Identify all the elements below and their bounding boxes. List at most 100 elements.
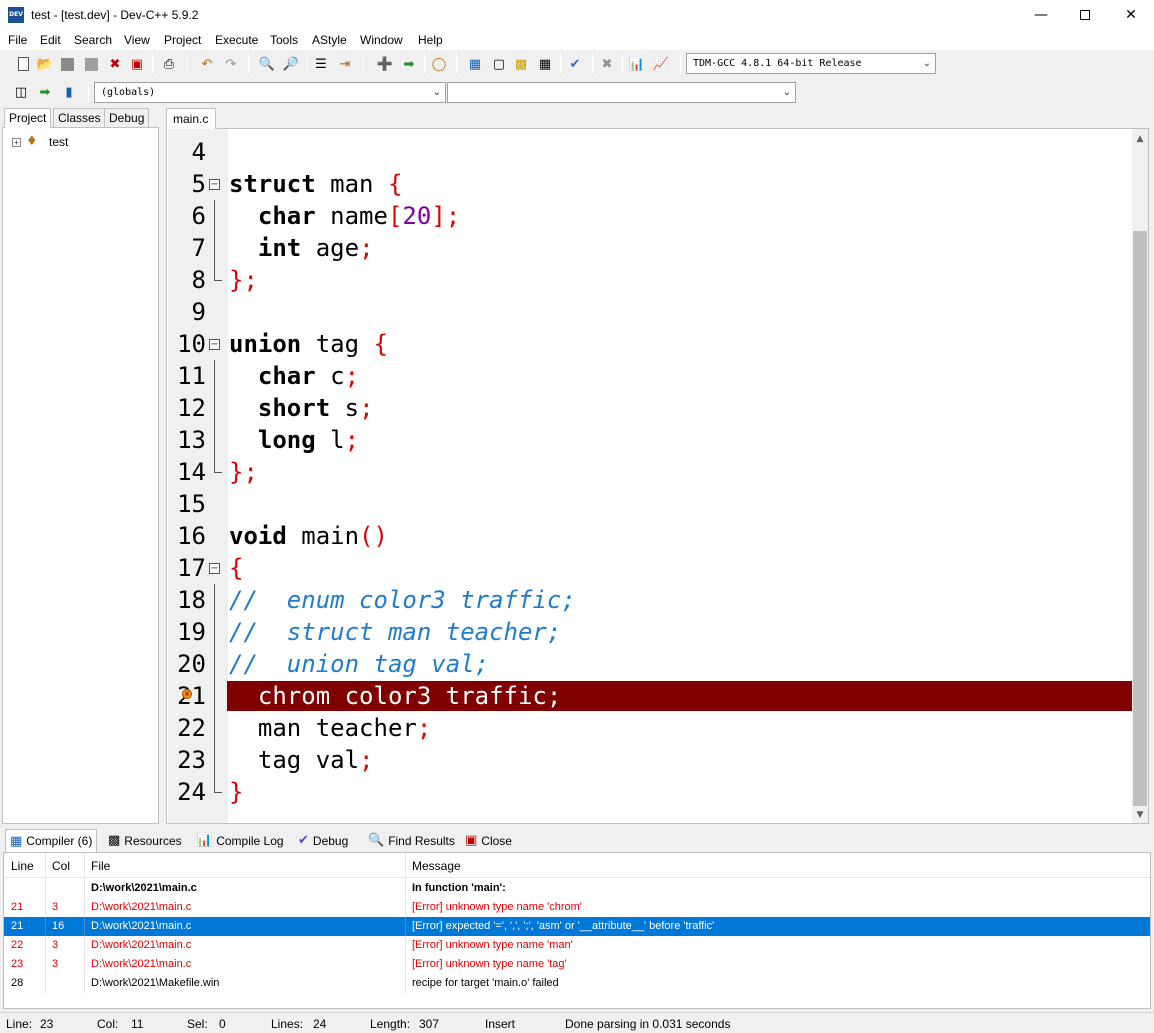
code-line: 22 man teacher; (167, 712, 1133, 744)
project-tree: + ♦ test (2, 127, 159, 824)
tab-resources-label: Resources (124, 833, 182, 848)
minimize-button[interactable]: — (1018, 0, 1064, 31)
save-all-icon[interactable] (82, 55, 100, 73)
undo-icon[interactable]: ↶ (198, 55, 216, 73)
compiler-select[interactable]: TDM-GCC 4.8.1 64-bit Release ⌄ (686, 53, 936, 74)
error-marker-icon: × (182, 689, 192, 699)
compile-log-icon: 📊 (196, 833, 213, 848)
tab-debug[interactable]: Debug (104, 108, 150, 127)
tab-find-results-label: Find Results (388, 833, 455, 848)
remove-from-project-icon[interactable]: ➡ (400, 55, 418, 73)
bookmark-icon[interactable]: ▮ (60, 83, 78, 101)
menu-search[interactable]: Search (74, 33, 112, 47)
chevron-down-icon: ⌄ (432, 87, 441, 98)
code-editor[interactable]: 4 5− struct man { 6 char name[20]; 7 int … (166, 128, 1149, 824)
fold-collapse-icon[interactable]: − (209, 339, 220, 350)
tab-project[interactable]: Project (4, 108, 52, 128)
project-panel: Project Classes Debug + ♦ test (0, 108, 161, 824)
member-select[interactable]: ⌄ (447, 82, 796, 103)
column-col[interactable]: Col (52, 859, 70, 873)
scroll-down-icon[interactable]: ▼ (1132, 807, 1148, 823)
editor-vertical-scrollbar[interactable]: ▲ ▼ (1132, 129, 1148, 823)
fold-collapse-icon[interactable]: − (209, 179, 220, 190)
menu-file[interactable]: File (8, 33, 27, 47)
tab-classes[interactable]: Classes (53, 108, 106, 127)
replace-icon[interactable]: 🔎 (282, 55, 300, 73)
column-file[interactable]: File (91, 859, 110, 873)
table-row-selected[interactable]: 21 16 D:\work\2021\main.c [Error] expect… (4, 917, 1150, 936)
code-line: 16 void main() (167, 520, 1133, 552)
column-line[interactable]: Line (11, 859, 34, 873)
compile-run-icon[interactable]: ▩ (512, 55, 530, 73)
table-row[interactable]: D:\work\2021\main.c In function 'main': (4, 879, 1150, 898)
compile-icon[interactable]: ▦ (466, 55, 484, 73)
fold-collapse-icon[interactable]: − (209, 563, 220, 574)
insert-icon[interactable]: ◫ (12, 83, 30, 101)
tab-resources[interactable]: ▩ Resources (104, 829, 186, 852)
line-number: 18 (177, 586, 206, 614)
table-row[interactable]: 23 3 D:\work\2021\main.c [Error] unknown… (4, 955, 1150, 974)
profile-icon[interactable]: 📊 (628, 55, 646, 73)
indent-icon[interactable]: ☰ (312, 55, 330, 73)
title-bar: DEV test - [test.dev] - Dev-C++ 5.9.2 — … (0, 0, 1154, 31)
delete-profile-icon[interactable]: 📈 (652, 55, 670, 73)
maximize-button[interactable] (1062, 0, 1108, 31)
menu-help[interactable]: Help (418, 33, 443, 47)
column-message[interactable]: Message (412, 859, 461, 873)
open-file-icon[interactable]: 📂 (36, 55, 54, 73)
scrollbar-thumb[interactable] (1133, 231, 1147, 806)
close-button[interactable]: ✕ (1108, 0, 1154, 31)
main-toolbar: 📂 ✖ ▣ ⎙ ↶ ↷ 🔍 🔎 ☰ ⇥ ➕ ➡ ◯ ▦ ▢ ▩ ▦ ✔ ✖ 📊 … (0, 51, 942, 77)
message-tabs: ▦ Compiler (6) ▩ Resources 📊 Compile Log ✔ D… (0, 829, 1154, 852)
menu-view[interactable]: View (124, 33, 150, 47)
print-icon[interactable]: ⎙ (160, 55, 178, 73)
rebuild-all-icon[interactable]: ▦ (536, 55, 554, 73)
code-line-error: 21× chrom color3 traffic; (167, 680, 1133, 712)
table-row[interactable]: 28 D:\work\2021\Makefile.win recipe for … (4, 974, 1150, 993)
tab-main-c[interactable]: main.c (166, 108, 216, 129)
code-line: 10− union tag { (167, 328, 1133, 360)
maximize-icon (1080, 10, 1090, 20)
code-line: 13 long l; (167, 424, 1133, 456)
close-file-icon[interactable]: ✖ (106, 55, 124, 73)
tab-close[interactable]: ▣ Close (461, 829, 516, 852)
menu-window[interactable]: Window (360, 33, 403, 47)
menu-astyle[interactable]: AStyle (312, 33, 347, 47)
line-number: 19 (177, 618, 206, 646)
code-line: 12 short s; (167, 392, 1133, 424)
line-number: 15 (177, 490, 206, 518)
syntax-check-icon[interactable]: ✔ (566, 55, 584, 73)
line-number: 9 (191, 298, 206, 326)
new-file-icon[interactable] (14, 55, 32, 73)
stop-execution-icon[interactable]: ✖ (598, 55, 616, 73)
tab-compile-log[interactable]: 📊 Compile Log (192, 829, 288, 852)
menu-tools[interactable]: Tools (270, 33, 298, 47)
menu-project[interactable]: Project (164, 33, 201, 47)
run-icon[interactable]: ▢ (490, 55, 508, 73)
project-options-icon[interactable]: ◯ (430, 55, 448, 73)
close-panel-icon: ▣ (465, 833, 478, 848)
table-row[interactable]: 21 3 D:\work\2021\main.c [Error] unknown… (4, 898, 1150, 917)
save-icon[interactable] (58, 55, 76, 73)
table-row[interactable]: 22 3 D:\work\2021\main.c [Error] unknown… (4, 936, 1150, 955)
line-number: 8 (191, 266, 206, 294)
tree-expand-icon[interactable]: + (12, 138, 21, 147)
redo-icon[interactable]: ↷ (222, 55, 240, 73)
find-icon[interactable]: 🔍 (258, 55, 276, 73)
code-line: 19// struct man teacher; (167, 616, 1133, 648)
code-line: 4 (167, 136, 1133, 168)
tab-debug-output[interactable]: ✔ Debug (294, 829, 352, 852)
goto-line-icon[interactable]: ⇥ (336, 55, 354, 73)
tab-find-results[interactable]: 🔍 Find Results (364, 829, 459, 852)
line-number: 20 (177, 650, 206, 678)
line-number: 22 (177, 714, 206, 742)
add-to-project-icon[interactable]: ➕ (376, 55, 394, 73)
goto-declaration-icon[interactable]: ➡ (36, 83, 54, 101)
close-all-icon[interactable]: ▣ (128, 55, 146, 73)
menu-edit[interactable]: Edit (40, 33, 61, 47)
scroll-up-icon[interactable]: ▲ (1132, 131, 1148, 147)
tree-item-test[interactable]: test (49, 135, 68, 149)
menu-execute[interactable]: Execute (215, 33, 258, 47)
tab-compiler[interactable]: ▦ Compiler (6) (5, 829, 98, 852)
scope-select[interactable]: (globals) ⌄ (94, 82, 446, 103)
